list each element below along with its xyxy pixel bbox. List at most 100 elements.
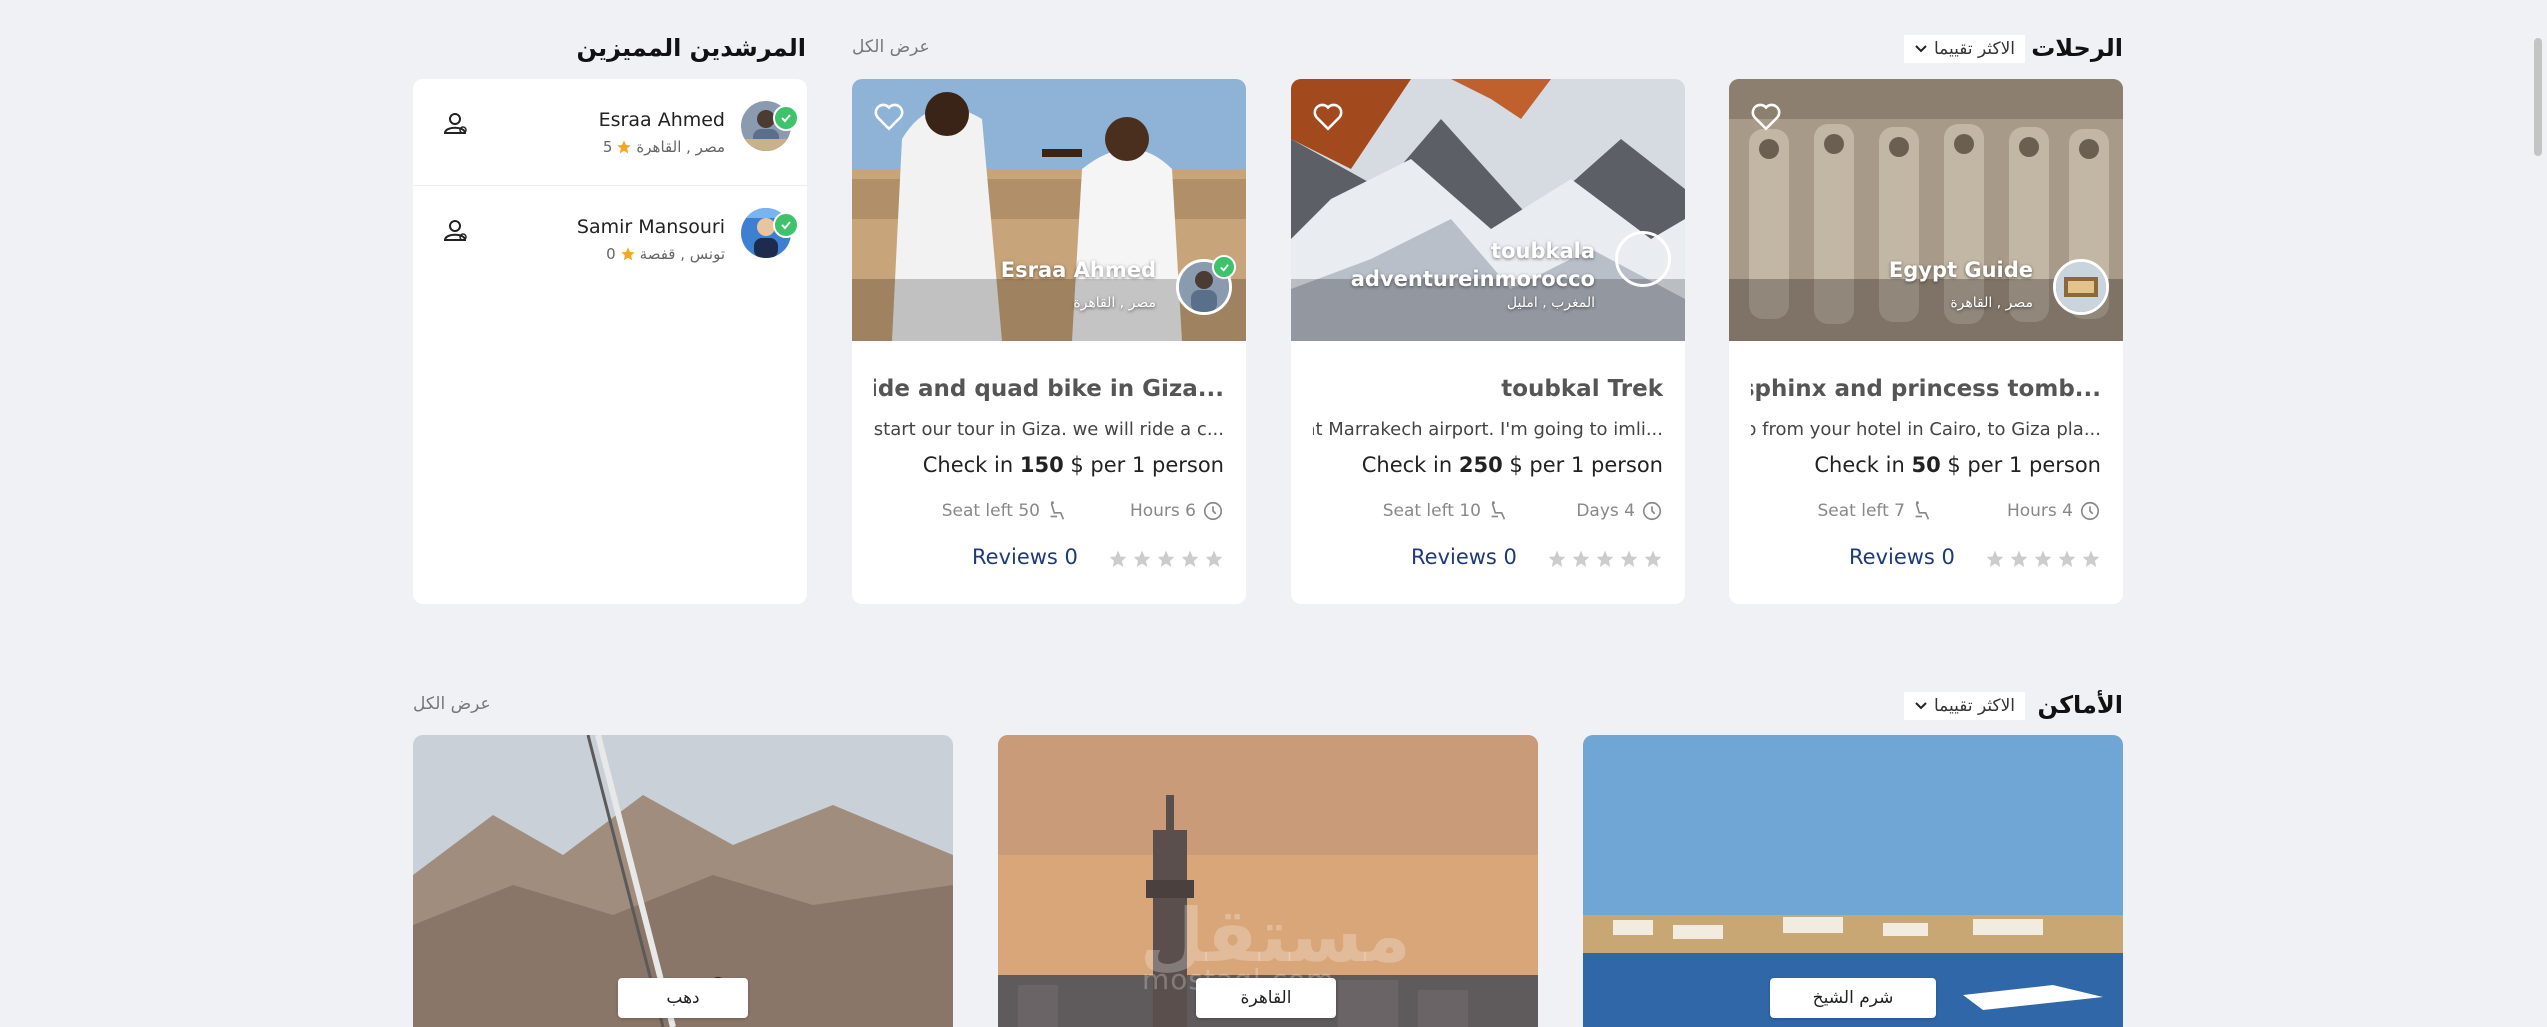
favorite-heart-icon[interactable] bbox=[1749, 99, 1783, 133]
guide-name[interactable]: Esraa Ahmed bbox=[599, 109, 725, 131]
star-icon bbox=[2082, 550, 2100, 567]
verified-check-icon bbox=[1212, 255, 1236, 279]
host-name-text: Egypt Guide bbox=[1888, 258, 2033, 282]
rating-stars bbox=[1547, 549, 1663, 569]
duration-text: Days 4 bbox=[1576, 501, 1635, 521]
star-icon bbox=[1596, 550, 1614, 567]
rating-stars bbox=[1985, 549, 2101, 569]
places-sort-label: الاكثر تقييما bbox=[1933, 696, 2015, 716]
price-prefix: Check in bbox=[1814, 453, 1905, 477]
guide-rating: 0 bbox=[606, 245, 616, 263]
star-icon bbox=[2034, 550, 2052, 567]
star-icon bbox=[617, 140, 632, 154]
host-name[interactable]: Egypt Guide bbox=[1889, 256, 2033, 284]
follow-user-icon[interactable] bbox=[441, 109, 471, 139]
rating-stars bbox=[1108, 549, 1224, 569]
host-name-line: adventureinmorocco bbox=[1350, 267, 1595, 291]
star-icon bbox=[1205, 550, 1223, 567]
seat-icon bbox=[1915, 501, 1930, 520]
guide-location: تونس , قفصة 0 bbox=[606, 245, 725, 263]
guide-item[interactable]: Esraa Ahmed مصر , القاهرة 5 bbox=[413, 79, 807, 186]
trip-seats: Seat left 7 bbox=[1818, 500, 1934, 522]
reviews-link[interactable]: Reviews 0 bbox=[1411, 545, 1517, 569]
verified-check-icon bbox=[773, 212, 799, 238]
host-location: المغرب , امليل bbox=[1506, 295, 1595, 311]
duration-text: Hours 4 bbox=[2006, 501, 2073, 521]
star-icon bbox=[1620, 550, 1638, 567]
follow-user-icon[interactable] bbox=[441, 216, 471, 246]
places-see-all-link[interactable]: عرض الكل bbox=[413, 694, 491, 714]
seats-text: Seat left 7 bbox=[1817, 501, 1906, 521]
price-suffix: $ per 1 person bbox=[1509, 453, 1663, 477]
place-name-label[interactable]: شرم الشيخ bbox=[1770, 978, 1936, 1018]
host-name[interactable]: Esraa Ahmed bbox=[1001, 256, 1156, 284]
host-avatar[interactable] bbox=[1615, 231, 1671, 287]
price-value: 150 bbox=[1019, 453, 1064, 477]
trips-see-all-link[interactable]: عرض الكل bbox=[852, 37, 930, 57]
guide-item[interactable]: Samir Mansouri تونس , قفصة 0 bbox=[413, 186, 807, 292]
trip-title[interactable]: ...Camel Ride and quad bike in Giza bbox=[874, 376, 1224, 402]
guide-rating: 5 bbox=[602, 138, 613, 156]
host-name-line: toubkala bbox=[1491, 239, 1595, 263]
trip-description: ...Pick up from your hotel in Cairo, to … bbox=[1751, 419, 2101, 440]
trip-price: Check in 150 $ per 1 person bbox=[923, 453, 1224, 477]
star-icon bbox=[1572, 550, 1590, 567]
trip-image[interactable]: Egypt Guide مصر , القاهرة bbox=[1729, 79, 2123, 341]
host-name-text: Esraa Ahmed bbox=[1000, 258, 1156, 282]
price-suffix: $ per 1 person bbox=[1947, 453, 2101, 477]
trip-card[interactable]: toubkala adventureinmorocco المغرب , امل… bbox=[1291, 79, 1685, 604]
price-suffix: $ per 1 person bbox=[1070, 453, 1224, 477]
places-sort-dropdown[interactable]: الاكثر تقييما bbox=[1903, 692, 2025, 720]
star-icon bbox=[1986, 550, 2004, 567]
price-value: 250 bbox=[1458, 453, 1503, 477]
clock-icon bbox=[2080, 501, 2100, 521]
host-avatar[interactable] bbox=[2053, 259, 2109, 315]
star-icon bbox=[2058, 550, 2076, 567]
trip-title[interactable]: ...Pyramids, sphinx and princess tomb bbox=[1751, 376, 2101, 402]
seat-icon bbox=[1491, 501, 1506, 520]
trip-card[interactable]: Egypt Guide مصر , القاهرة ...Pyramids, s… bbox=[1729, 79, 2123, 604]
chevron-down-icon bbox=[1915, 45, 1927, 53]
reviews-link[interactable]: Reviews 0 bbox=[972, 545, 1078, 569]
trip-title[interactable]: toubkal Trek bbox=[1313, 376, 1663, 402]
verified-check-icon bbox=[773, 105, 799, 131]
trips-section-title: الرحلات bbox=[2031, 34, 2123, 62]
scrollbar-thumb[interactable] bbox=[2534, 38, 2542, 156]
trip-duration: Days 4 bbox=[1576, 500, 1663, 522]
host-name[interactable]: toubkala adventureinmorocco bbox=[1351, 237, 1595, 293]
guide-location-text: تونس , قفصة bbox=[639, 245, 725, 263]
favorite-heart-icon[interactable] bbox=[872, 99, 906, 133]
favorite-heart-icon[interactable] bbox=[1311, 99, 1345, 133]
star-icon bbox=[1109, 550, 1127, 567]
seats-text: Seat left 10 bbox=[1382, 501, 1481, 521]
watermark-url: mostaql.com bbox=[1142, 963, 1335, 996]
trips-sort-dropdown[interactable]: الاكثر تقييما bbox=[1903, 35, 2025, 63]
places-section-title: الأماكن bbox=[2037, 691, 2123, 719]
trips-sort-label: الاكثر تقييما bbox=[1933, 39, 2015, 59]
price-prefix: Check in bbox=[922, 453, 1014, 477]
place-name-label[interactable]: دهب bbox=[618, 978, 748, 1018]
price-prefix: Check in bbox=[1361, 453, 1453, 477]
star-icon bbox=[1157, 550, 1175, 567]
price-value: 50 bbox=[1911, 453, 1941, 477]
chevron-down-icon bbox=[1915, 702, 1927, 710]
reviews-link[interactable]: Reviews 0 bbox=[1849, 545, 1955, 569]
trip-card[interactable]: Esraa Ahmed مصر , القاهرة ...Camel Ride … bbox=[852, 79, 1246, 604]
star-icon bbox=[2010, 550, 2028, 567]
guide-name[interactable]: Samir Mansouri bbox=[577, 216, 725, 238]
star-icon bbox=[1133, 550, 1151, 567]
trip-price: Check in 50 $ per 1 person bbox=[1814, 453, 2101, 477]
star-icon bbox=[1181, 550, 1199, 567]
guides-section-title: المرشدين المميزين bbox=[576, 34, 806, 62]
trip-duration: Hours 4 bbox=[2007, 500, 2101, 522]
seats-text: Seat left 50 bbox=[941, 501, 1040, 521]
trip-image[interactable]: toubkala adventureinmorocco المغرب , امل… bbox=[1291, 79, 1685, 341]
clock-icon bbox=[1203, 501, 1223, 521]
place-card[interactable]: دهب bbox=[413, 735, 953, 1027]
trip-image[interactable]: Esraa Ahmed مصر , القاهرة bbox=[852, 79, 1246, 341]
trip-price: Check in 250 $ per 1 person bbox=[1362, 453, 1663, 477]
trip-duration: Hours 6 bbox=[1130, 500, 1224, 522]
guide-location-text: مصر , القاهرة bbox=[636, 138, 725, 156]
place-card[interactable]: شرم الشيخ bbox=[1583, 735, 2123, 1027]
trip-description: ...Pick up at Marrakech airport. I'm goi… bbox=[1313, 419, 1663, 440]
